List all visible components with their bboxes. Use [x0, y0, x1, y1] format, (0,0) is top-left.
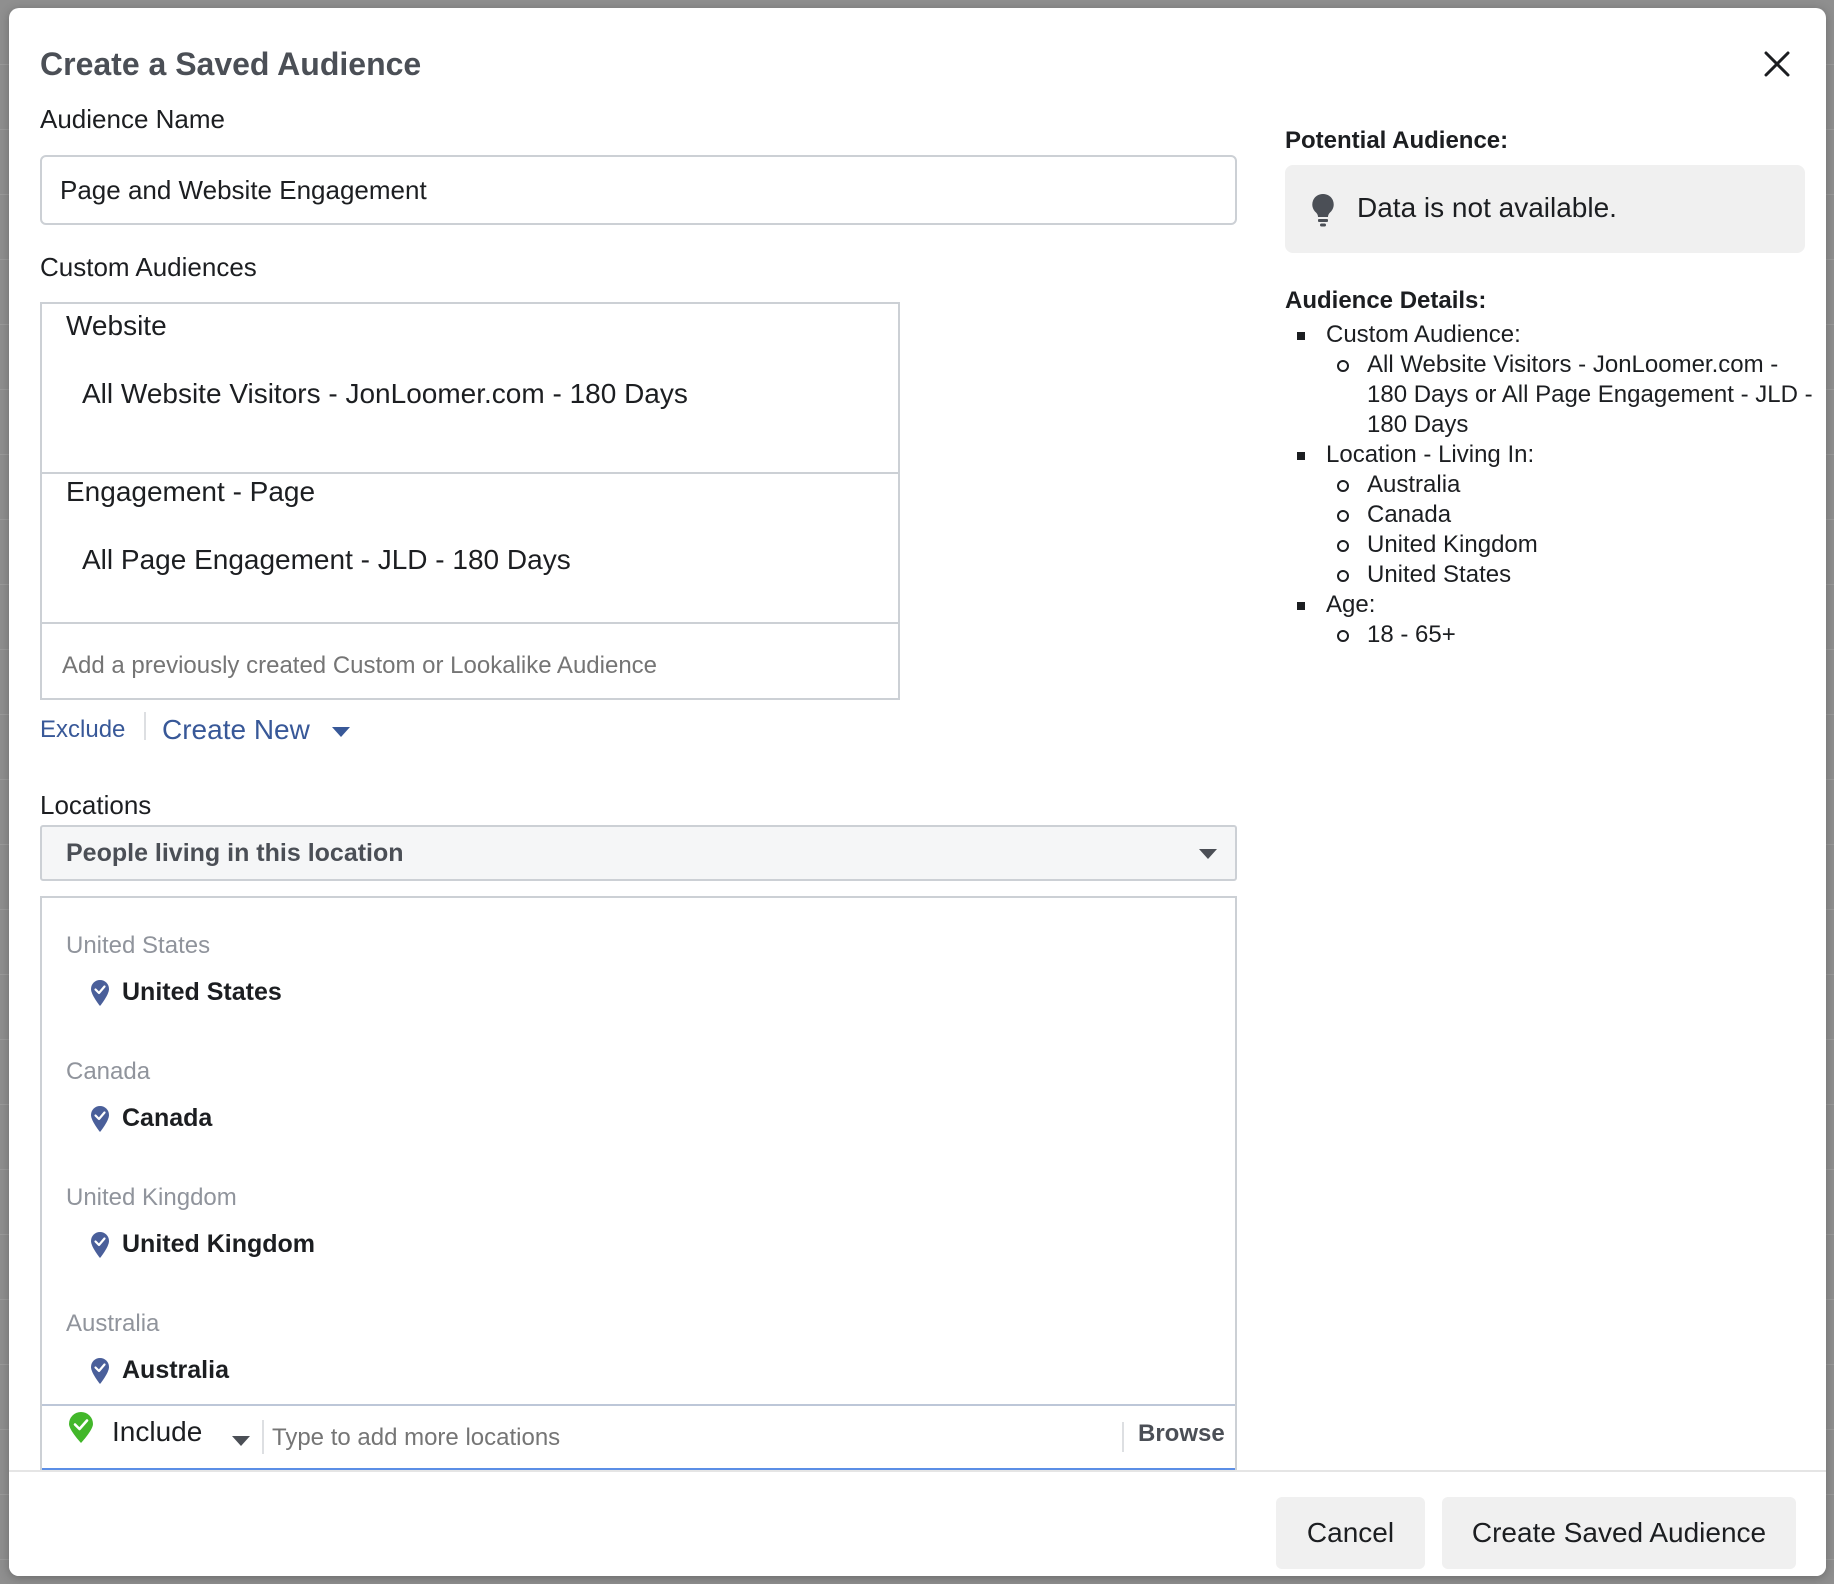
location-type-value: People living in this location	[66, 839, 404, 867]
custom-audience-add-input[interactable]	[42, 634, 898, 698]
location-pin-icon	[91, 1357, 109, 1384]
create-saved-audience-modal: Create a Saved Audience Audience Name Cu…	[9, 8, 1826, 1576]
custom-audience-group-title: Engagement - Page	[66, 476, 316, 507]
input-divider	[262, 1420, 264, 1454]
custom-audience-group-engagement-page: Engagement - Page All Page Engagement - …	[42, 474, 898, 624]
create-new-label: Create New	[162, 714, 310, 745]
include-check-icon	[69, 1412, 93, 1443]
locations-list-box: United States United States Canada Canad…	[40, 896, 1237, 1476]
location-pin-icon	[91, 979, 109, 1006]
include-label: Include	[112, 1416, 203, 1447]
location-item-label: Canada	[122, 1104, 213, 1132]
caret-down-icon	[331, 726, 350, 737]
custom-audiences-label: Custom Audiences	[40, 252, 257, 282]
location-input-row: Include Browse	[42, 1404, 1235, 1468]
close-button[interactable]	[1757, 44, 1797, 84]
browse-divider	[1122, 1422, 1124, 1452]
create-new-dropdown[interactable]: Create New	[162, 714, 350, 746]
location-group-heading: United States	[66, 932, 211, 959]
potential-audience-box: Data is not available.	[1285, 165, 1805, 253]
custom-audience-item[interactable]: All Page Engagement - JLD - 180 Days	[82, 544, 571, 576]
location-pin-icon	[91, 1231, 109, 1258]
location-item-label: United States	[122, 978, 282, 1006]
location-group-heading: Australia	[66, 1310, 160, 1337]
detail-section-label: Custom Audience:	[1326, 321, 1521, 348]
detail-section: Custom Audience: All Website Visitors - …	[1285, 320, 1815, 440]
detail-section: Location - Living In: Australia Canada U…	[1285, 440, 1815, 590]
lightbulb-icon	[1312, 193, 1334, 227]
location-type-select[interactable]: People living in this location	[40, 825, 1237, 881]
detail-item: Australia	[1326, 470, 1815, 500]
exclude-link[interactable]: Exclude	[40, 716, 125, 744]
potential-audience-title: Potential Audience:	[1285, 127, 1509, 154]
detail-item: Canada	[1326, 500, 1815, 530]
close-icon	[1764, 51, 1790, 77]
detail-item: All Website Visitors - JonLoomer.com - 1…	[1326, 350, 1815, 440]
modal-title: Create a Saved Audience	[40, 46, 422, 82]
custom-audiences-box[interactable]: Website All Website Visitors - JonLoomer…	[40, 302, 900, 700]
audience-name-label: Audience Name	[40, 104, 225, 134]
audience-name-input[interactable]	[40, 155, 1237, 225]
audience-details-list: Custom Audience: All Website Visitors - …	[1285, 320, 1815, 650]
location-group-heading: United Kingdom	[66, 1184, 237, 1211]
detail-item: United States	[1326, 560, 1815, 590]
audience-details-title: Audience Details:	[1285, 287, 1487, 314]
caret-down-icon	[1199, 849, 1217, 859]
location-group-heading: Canada	[66, 1058, 151, 1085]
location-item[interactable]: United States	[90, 978, 282, 1007]
detail-item: United Kingdom	[1326, 530, 1815, 560]
custom-audience-group-website: Website All Website Visitors - JonLoomer…	[42, 304, 898, 474]
custom-audience-item[interactable]: All Website Visitors - JonLoomer.com - 1…	[82, 378, 688, 410]
location-item-label: Australia	[122, 1356, 229, 1384]
location-item[interactable]: United Kingdom	[90, 1230, 315, 1259]
modal-footer: Cancel Create Saved Audience	[9, 1470, 1826, 1576]
potential-audience-message: Data is not available.	[1357, 192, 1617, 223]
detail-section: Age: 18 - 65+	[1285, 590, 1815, 650]
location-pin-icon	[91, 1105, 109, 1132]
link-divider	[144, 712, 146, 740]
detail-item: 18 - 65+	[1326, 620, 1815, 650]
detail-section-label: Location - Living In:	[1326, 441, 1535, 468]
location-search-input[interactable]	[272, 1416, 1142, 1460]
create-saved-audience-button[interactable]: Create Saved Audience	[1442, 1497, 1796, 1569]
detail-section-label: Age:	[1326, 591, 1376, 618]
location-item[interactable]: Canada	[90, 1104, 212, 1133]
location-item[interactable]: Australia	[90, 1356, 229, 1385]
browse-button[interactable]: Browse	[1138, 1420, 1225, 1448]
locations-label: Locations	[40, 790, 152, 820]
location-item-label: United Kingdom	[122, 1230, 316, 1258]
custom-audience-group-title: Website	[66, 310, 167, 341]
cancel-button[interactable]: Cancel	[1276, 1497, 1425, 1569]
caret-down-icon	[232, 1436, 250, 1446]
